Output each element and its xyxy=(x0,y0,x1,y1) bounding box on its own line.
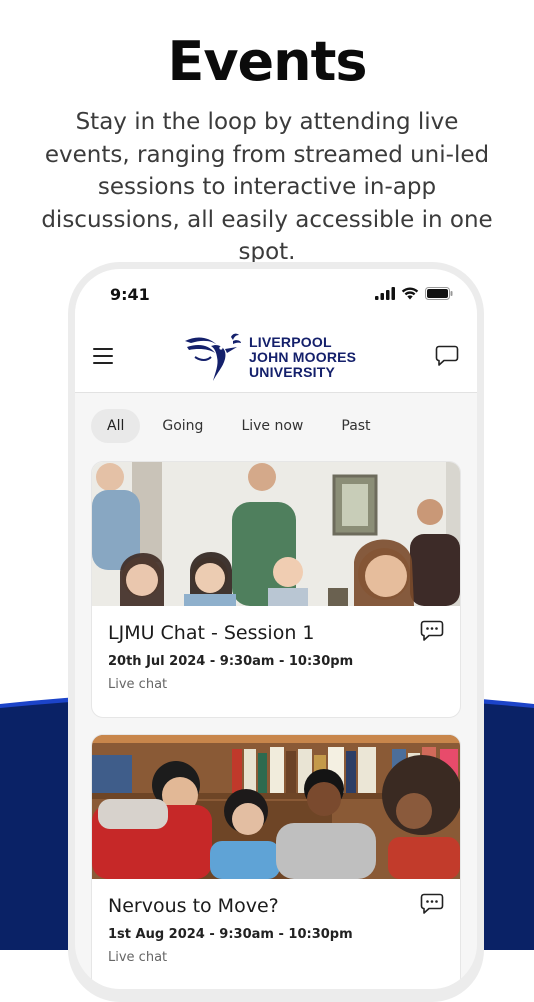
tab-going[interactable]: Going xyxy=(146,409,219,443)
chat-bubble-icon[interactable] xyxy=(420,620,444,642)
event-card[interactable]: LJMU Chat - Session 1 20th Jul 2024 - 9:… xyxy=(91,461,461,718)
tab-all[interactable]: All xyxy=(91,409,141,443)
tab-past[interactable]: Past xyxy=(325,409,386,443)
battery-icon xyxy=(425,287,453,300)
tab-live-now[interactable]: Live now xyxy=(225,409,319,443)
promo-subtitle: Stay in the loop by attending live event… xyxy=(41,109,493,265)
app-bar: LIVERPOOL JOHN MOORES UNIVERSITY xyxy=(75,321,477,393)
event-image xyxy=(92,462,460,606)
chat-bubble-icon[interactable] xyxy=(435,345,459,367)
event-datetime: 1st Aug 2024 - 9:30am - 10:30pm xyxy=(108,927,353,942)
event-title: Nervous to Move? xyxy=(108,895,279,917)
logo-line-1: LIVERPOOL xyxy=(249,333,332,350)
event-datetime: 20th Jul 2024 - 9:30am - 10:30pm xyxy=(108,654,354,669)
status-time: 9:41 xyxy=(110,285,150,304)
event-card[interactable]: Nervous to Move? 1st Aug 2024 - 9:30am -… xyxy=(91,734,461,989)
phone-screen: 9:41 LIVERPOOL JOHN MOORES UNIVERSITY Al… xyxy=(75,269,477,989)
event-type: Live chat xyxy=(108,950,168,965)
hamburger-menu-icon[interactable] xyxy=(93,348,113,364)
event-filter-tabs: All Going Live now Past xyxy=(91,409,387,443)
event-image xyxy=(92,735,460,879)
logo-line-2: JOHN MOORES xyxy=(249,348,357,365)
event-type: Live chat xyxy=(108,677,168,692)
wifi-icon xyxy=(401,287,419,300)
ljmu-logo: LIVERPOOL JOHN MOORES UNIVERSITY xyxy=(183,331,356,383)
status-bar: 9:41 xyxy=(75,269,477,321)
liver-bird-icon xyxy=(185,333,241,381)
logo-line-3: UNIVERSITY xyxy=(249,363,336,380)
event-title: LJMU Chat - Session 1 xyxy=(108,622,315,644)
chat-bubble-icon[interactable] xyxy=(420,893,444,915)
signal-icon xyxy=(375,287,395,300)
promo-title: Events xyxy=(167,30,367,93)
